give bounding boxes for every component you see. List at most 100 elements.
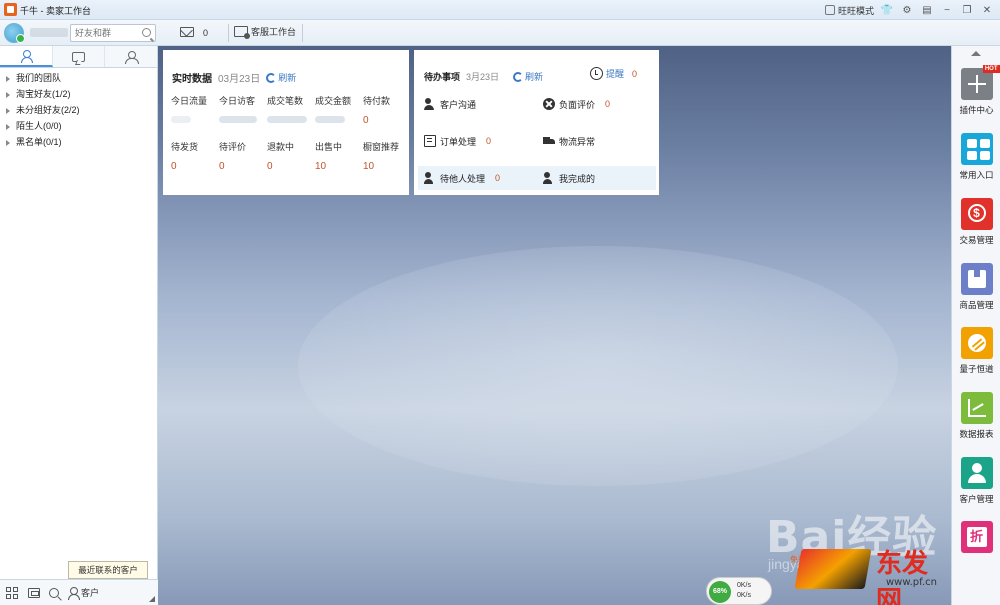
stat-cell[interactable]: 今日流量 [171, 94, 219, 127]
todo-refresh-button[interactable]: 刷新 [513, 70, 543, 83]
contact-group-item[interactable]: 黑名单(0/1) [0, 134, 157, 150]
logo-text: 东发网 [876, 549, 929, 605]
stat-value: 0 [267, 161, 273, 172]
stat-label: 待评价 [219, 142, 247, 152]
contact-group-item[interactable]: 陌生人(0/0) [0, 118, 157, 134]
sidebar-item-quantum[interactable]: 量子恒道 [952, 327, 1000, 387]
user-avatar[interactable] [4, 23, 25, 43]
sidebar-item-discount[interactable] [952, 521, 1000, 581]
redacted-value [315, 116, 345, 123]
todo-item-logistics-exception[interactable]: 物流异常 [537, 129, 656, 153]
network-speed-widget[interactable]: 68% 0K/s 0K/s [706, 577, 772, 605]
box-icon [960, 263, 993, 295]
resize-grip-icon[interactable] [149, 596, 155, 602]
todo-label: 客户沟通 [440, 99, 477, 110]
reminder-button[interactable]: 提醒 0 [589, 67, 637, 80]
stat-cell[interactable]: 今日访客 [219, 94, 267, 127]
restore-button[interactable]: ❐ [960, 3, 974, 17]
close-button[interactable]: ✕ [980, 3, 994, 17]
coin-icon [960, 198, 993, 230]
redacted-value [171, 116, 191, 123]
realtime-refresh-button[interactable]: 刷新 [266, 71, 296, 84]
sidebar-item-label: 量子恒道 [959, 364, 994, 374]
sidebar-item-trade-management[interactable]: 交易管理 [952, 198, 1000, 258]
search-icon[interactable] [142, 28, 151, 37]
refresh-icon [513, 71, 524, 82]
sidebar-item-label: 商品管理 [959, 300, 994, 310]
stat-value [219, 115, 267, 127]
sidebar-item-product-management[interactable]: 商品管理 [952, 263, 1000, 323]
group-icon [124, 50, 140, 64]
title-bar: 千牛 - 卖家工作台 旺旺模式 👕 ⚙ ▤ − ❐ ✕ [0, 0, 1000, 20]
friend-search-box[interactable] [70, 24, 156, 42]
hot-badge: HOT [982, 65, 1000, 73]
todo-item-completed-by-me[interactable]: 我完成的 [537, 166, 656, 190]
customer-service-workbench-button[interactable]: 客服工作台 [234, 25, 297, 39]
stat-value: 10 [315, 161, 327, 172]
sidebar-item-customer-management[interactable]: 客户管理 [952, 457, 1000, 517]
shirt-icon[interactable]: 👕 [880, 3, 894, 17]
app-logo-icon [4, 3, 17, 16]
stat-cell[interactable]: 待发货 0 [171, 140, 219, 173]
customers-button[interactable]: 客户 [68, 586, 100, 600]
flow-icon [960, 327, 993, 359]
speed-percent: 68% [709, 581, 731, 603]
contact-group-item[interactable]: 我们的团队 [0, 70, 157, 86]
stat-value: 10 [363, 161, 375, 172]
stat-cell[interactable]: 成交金额 [315, 94, 363, 127]
scroll-up-arrow-icon[interactable] [971, 51, 981, 56]
sidebar-item-common-entry[interactable]: 常用入口 [952, 133, 1000, 193]
alarm-clock-icon [589, 67, 603, 80]
contact-group-list: 我们的团队 淘宝好友(1/2) 未分组好友(2/2) 陌生人(0/0) 黑名单(… [0, 68, 157, 150]
stat-value [315, 115, 363, 127]
friend-search-input[interactable] [71, 25, 139, 41]
contact-group-item[interactable]: 未分组好友(2/2) [0, 102, 157, 118]
chat-bubble-icon [72, 51, 85, 62]
tab-contacts[interactable] [0, 46, 53, 67]
todo-item-customer-communication[interactable]: 客户沟通 [418, 92, 537, 116]
contact-group-item[interactable]: 淘宝好友(1/2) [0, 86, 157, 102]
sidebar-item-data-reports[interactable]: 数据报表 [952, 392, 1000, 452]
stat-cell[interactable]: 橱窗推荐 10 [363, 140, 411, 173]
minimize-button[interactable]: − [940, 3, 954, 17]
refresh-label: 刷新 [278, 73, 297, 83]
todo-item-pending-others[interactable]: 待他人处理 0 [418, 166, 537, 190]
refresh-label: 刷新 [525, 72, 544, 82]
stat-label: 成交金额 [315, 96, 352, 106]
stat-cell[interactable]: 出售中 10 [315, 140, 363, 173]
customers-label: 客户 [81, 588, 100, 598]
customer-icon [68, 586, 80, 600]
sidebar-item-label: 交易管理 [959, 235, 994, 245]
stat-cell[interactable]: 成交笔数 [267, 94, 315, 127]
mail-icon[interactable] [180, 27, 194, 37]
realtime-data-card: 实时数据 03月23日 刷新 今日流量 今日访客 成交笔数 成交金额 待付款 0 … [163, 50, 409, 195]
customer-service-label: 客服工作台 [251, 27, 297, 37]
toolbar-divider [228, 24, 229, 42]
stat-cell[interactable]: 退款中 0 [267, 140, 315, 173]
todo-list: 客户沟通 负面评价 0 订单处理 0 物流异常 待他人处理 0 我完成的 [418, 92, 656, 203]
sidebar-item-label: 客户管理 [959, 494, 994, 504]
tab-recent-chats[interactable] [52, 46, 106, 67]
reminder-count: 0 [631, 68, 637, 79]
top-toolbar: 0 客服工作台 [0, 20, 1000, 46]
stat-cell[interactable]: 待付款 0 [363, 94, 411, 127]
todo-count: 0 [486, 136, 492, 146]
window-title: 千牛 - 卖家工作台 [20, 6, 91, 16]
sidebar-item-plugin-center[interactable]: HOT 插件中心 [952, 65, 1000, 128]
stat-value: 0 [171, 161, 177, 172]
todo-item-order-processing[interactable]: 订单处理 0 [418, 129, 537, 153]
download-speed: 0K/s [737, 592, 752, 599]
customer-icon [960, 457, 993, 489]
realtime-stats-row1: 今日流量 今日访客 成交笔数 成交金额 待付款 0 [171, 94, 411, 127]
wangwang-mode-button[interactable]: 旺旺模式 [824, 4, 874, 17]
find-icon[interactable] [49, 587, 59, 598]
sidebar-item-label: 常用入口 [959, 170, 994, 180]
message-box-icon[interactable]: ▤ [920, 3, 934, 17]
todo-label: 负面评价 [559, 99, 596, 110]
settings-gear-icon[interactable]: ⚙ [900, 3, 914, 17]
stat-cell[interactable]: 待评价 0 [219, 140, 267, 173]
store-icon[interactable] [28, 587, 40, 598]
apps-grid-icon[interactable] [6, 586, 19, 599]
tab-groups[interactable] [105, 46, 158, 67]
todo-item-negative-reviews[interactable]: 负面评价 0 [537, 92, 656, 116]
